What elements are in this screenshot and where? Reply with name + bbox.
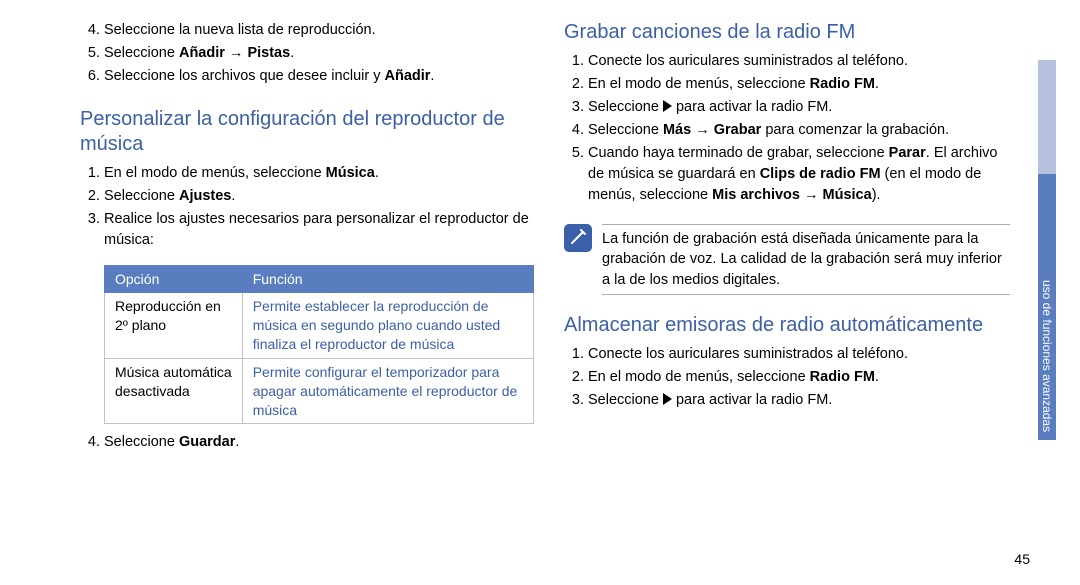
step-list-store: 1.Conecte los auriculares suministrados …	[564, 344, 1010, 413]
step-list-top: 4.Seleccione la nueva lista de reproducc…	[80, 20, 534, 89]
list-item: 2.En el modo de menús, seleccione Radio …	[564, 74, 1010, 95]
list-item: 3.Realice los ajustes necesarios para pe…	[80, 209, 534, 251]
td-description: Permite configurar el temporizador para …	[242, 358, 533, 424]
play-icon	[663, 393, 672, 405]
step-list-save: 4.Seleccione Guardar.	[80, 432, 534, 455]
document-page: 4.Seleccione la nueva lista de reproducc…	[0, 0, 1080, 585]
options-table: Opción Función Reproducción en 2º plano …	[104, 265, 534, 424]
td-option: Música automática desactivada	[105, 358, 243, 424]
note-icon	[564, 224, 592, 252]
list-item: 1.Conecte los auriculares suministrados …	[564, 51, 1010, 72]
play-icon	[663, 100, 672, 112]
td-option: Reproducción en 2º plano	[105, 293, 243, 359]
list-item: 1.En el modo de menús, seleccione Música…	[80, 163, 534, 184]
list-item: 3.Seleccione para activar la radio FM.	[564, 390, 1010, 411]
section-heading: Personalizar la configuración del reprod…	[80, 107, 534, 157]
left-column: 4.Seleccione la nueva lista de reproducc…	[80, 20, 534, 565]
side-tab: uso de funciones avanzadas	[1038, 60, 1056, 440]
list-item: 6.Seleccione los archivos que desee incl…	[80, 66, 534, 87]
list-item: 4.Seleccione Más → Grabar para comenzar …	[564, 120, 1010, 141]
section-heading: Grabar canciones de la radio FM	[564, 20, 1010, 45]
th-option: Opción	[105, 266, 243, 293]
list-item: 4.Seleccione Guardar.	[80, 432, 534, 453]
note-text: La función de grabación está diseñada ún…	[602, 224, 1010, 295]
list-item: 5.Cuando haya terminado de grabar, selec…	[564, 143, 1010, 206]
note-callout: La función de grabación está diseñada ún…	[564, 224, 1010, 295]
table-header-row: Opción Función	[105, 266, 534, 293]
step-list-config: 1.En el modo de menús, seleccione Música…	[80, 163, 534, 253]
list-item: 2.En el modo de menús, seleccione Radio …	[564, 367, 1010, 388]
section-heading: Almacenar emisoras de radio automáticame…	[564, 313, 1010, 338]
list-item: 1.Conecte los auriculares suministrados …	[564, 344, 1010, 365]
table-row: Música automática desactivada Permite co…	[105, 358, 534, 424]
right-column: Grabar canciones de la radio FM 1.Conect…	[564, 20, 1050, 565]
list-item: 4.Seleccione la nueva lista de reproducc…	[80, 20, 534, 41]
table-row: Reproducción en 2º plano Permite estable…	[105, 293, 534, 359]
th-function: Función	[242, 266, 533, 293]
td-description: Permite establecer la reproducción de mú…	[242, 293, 533, 359]
step-list-record: 1.Conecte los auriculares suministrados …	[564, 51, 1010, 208]
side-tab-label: uso de funciones avanzadas	[1038, 272, 1056, 440]
page-number: 45	[1014, 551, 1030, 567]
list-item: 3.Seleccione para activar la radio FM.	[564, 97, 1010, 118]
list-item: 5.Seleccione Añadir → Pistas.	[80, 43, 534, 64]
list-item: 2.Seleccione Ajustes.	[80, 186, 534, 207]
